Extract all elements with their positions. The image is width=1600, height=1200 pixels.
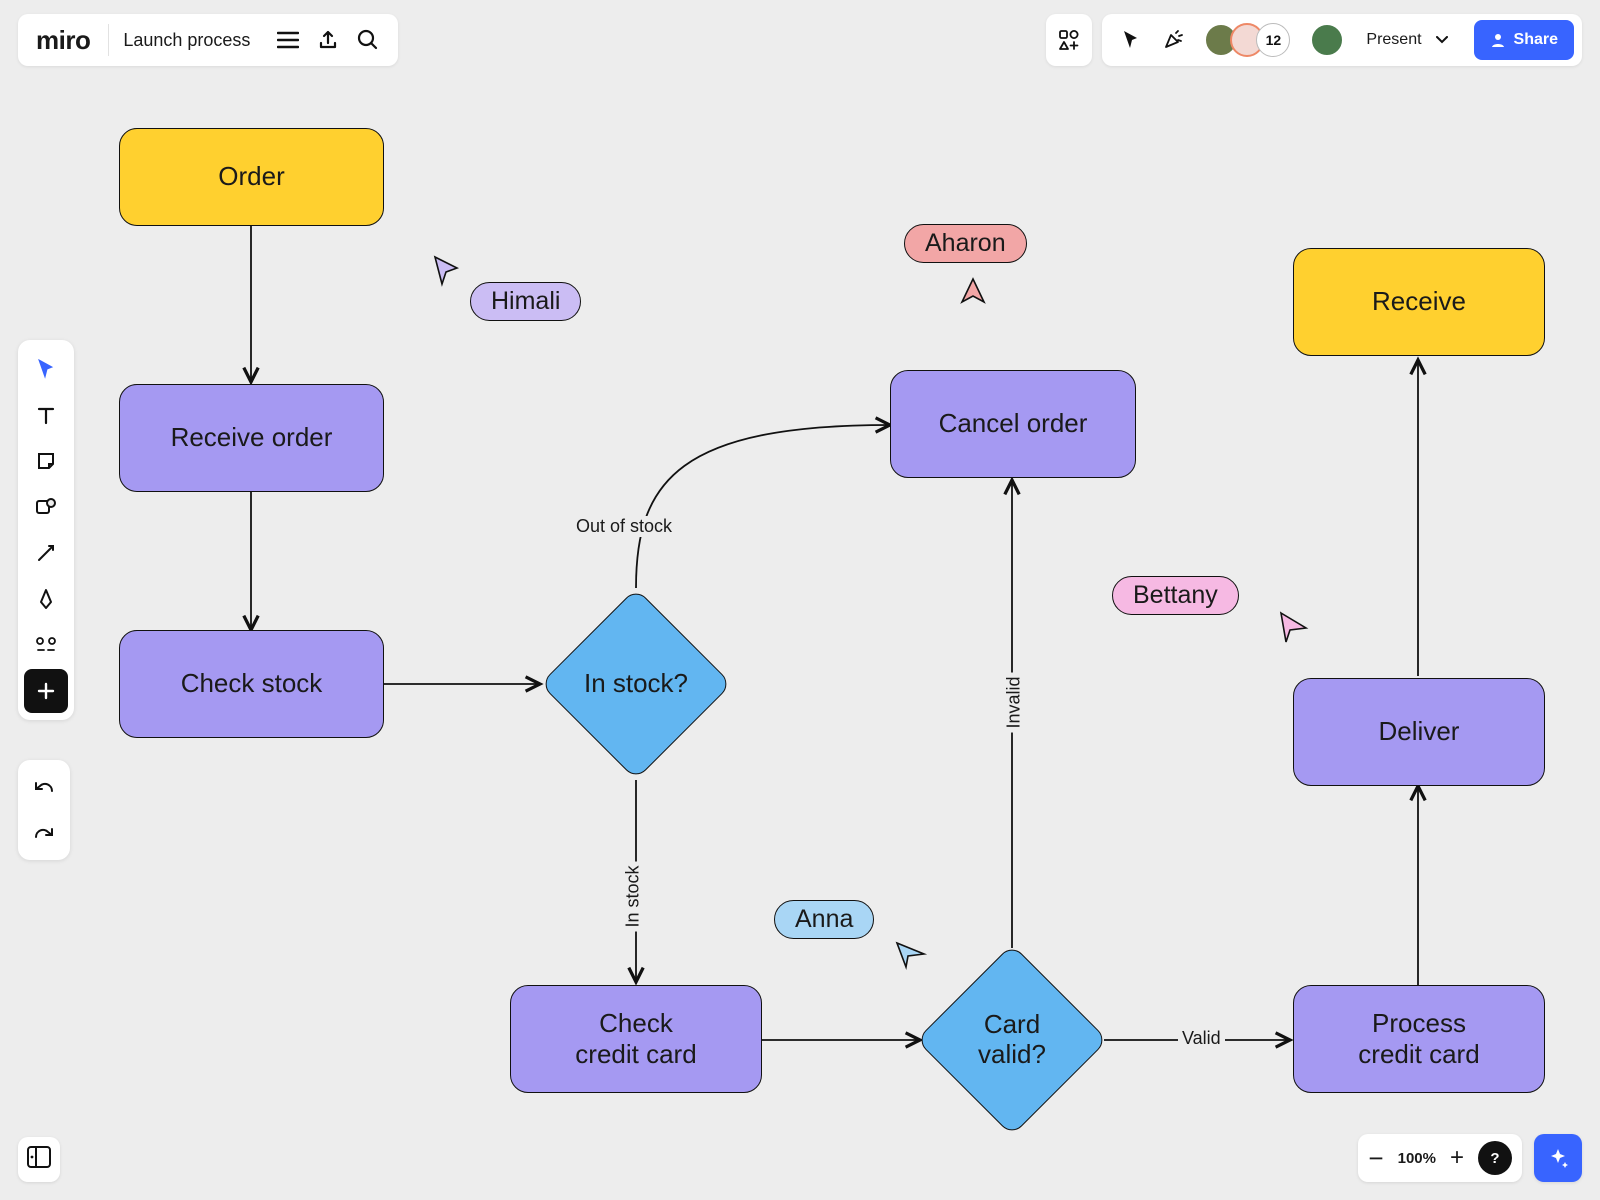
zoom-level[interactable]: 100% <box>1398 1150 1436 1167</box>
export-icon <box>317 29 339 51</box>
undo-button[interactable] <box>22 765 66 809</box>
cursor-icon <box>958 276 988 310</box>
cursor-icon <box>894 940 928 970</box>
select-tool[interactable] <box>24 347 68 391</box>
edge-label-out-of-stock: Out of stock <box>572 516 676 537</box>
pen-tool[interactable] <box>24 577 68 621</box>
more-tools-button[interactable] <box>24 669 68 713</box>
ai-assist-button[interactable] <box>1534 1134 1582 1182</box>
edge-label-in-stock: In stock <box>623 861 644 931</box>
node-label: In stock? <box>584 669 688 699</box>
node-label: Card valid? <box>978 1010 1046 1070</box>
zoom-controls: − 100% + ? <box>1358 1134 1522 1182</box>
search-icon <box>357 29 379 51</box>
share-button[interactable]: Share <box>1474 20 1574 60</box>
shapes-plus-icon <box>1058 29 1080 51</box>
edge-label-valid: Valid <box>1178 1028 1225 1049</box>
chevron-down-icon <box>1436 36 1448 44</box>
search-button[interactable] <box>348 20 388 60</box>
divider <box>108 24 109 56</box>
creation-toolbar <box>18 340 74 720</box>
hamburger-icon <box>277 31 299 49</box>
node-check-stock[interactable]: Check stock <box>119 630 384 738</box>
cursor-icon <box>432 254 462 288</box>
board-title[interactable]: Launch process <box>123 30 250 51</box>
node-in-stock-decision[interactable]: In stock? <box>568 616 704 752</box>
node-label: Order <box>218 161 284 192</box>
collaborator-avatars[interactable]: 12 <box>1204 23 1290 57</box>
pointer-mode-button[interactable] <box>1114 20 1148 60</box>
sticky-note-tool[interactable] <box>24 439 68 483</box>
node-check-credit-card[interactable]: Check credit card <box>510 985 762 1093</box>
avatar-overflow[interactable]: 12 <box>1256 23 1290 57</box>
collab-label-himali: Himali <box>470 282 581 321</box>
export-button[interactable] <box>308 20 348 60</box>
node-process-credit-card[interactable]: Process credit card <box>1293 985 1545 1093</box>
node-label: Process credit card <box>1358 1008 1479 1070</box>
connector-tool[interactable] <box>24 531 68 575</box>
main-menu-button[interactable] <box>268 20 308 60</box>
node-order[interactable]: Order <box>119 128 384 226</box>
panel-icon <box>26 1145 52 1169</box>
party-popper-icon <box>1162 29 1184 51</box>
frame-tool[interactable] <box>24 623 68 667</box>
bottom-right-controls: − 100% + ? <box>1358 1134 1582 1182</box>
zoom-out-button[interactable]: − <box>1368 1143 1383 1174</box>
current-user-avatar[interactable] <box>1310 23 1344 57</box>
node-receive[interactable]: Receive <box>1293 248 1545 356</box>
zoom-in-button[interactable]: + <box>1450 1144 1464 1172</box>
node-label: Check credit card <box>575 1008 696 1070</box>
cursor-icon <box>1278 610 1310 646</box>
cursor-icon <box>1121 29 1141 51</box>
node-card-valid-decision[interactable]: Card valid? <box>944 972 1080 1108</box>
text-tool[interactable] <box>24 393 68 437</box>
shape-tool[interactable] <box>24 485 68 529</box>
node-label: Deliver <box>1379 716 1460 747</box>
node-label: Receive <box>1372 286 1466 317</box>
help-button[interactable]: ? <box>1478 1141 1512 1175</box>
node-label: Receive order <box>171 422 333 453</box>
collab-chunk: 12 Present Share <box>1102 14 1582 66</box>
history-toolbar <box>18 760 70 860</box>
collab-label-aharon: Aharon <box>904 224 1027 263</box>
brand-logo[interactable]: miro <box>36 25 90 56</box>
frames-panel-button[interactable] <box>18 1137 60 1182</box>
node-label: Cancel order <box>939 408 1088 439</box>
person-icon <box>1490 32 1506 48</box>
top-bar-left: miro Launch process <box>18 14 398 66</box>
top-bar-right: 12 Present Share <box>1046 14 1582 66</box>
apps-button[interactable] <box>1046 14 1092 66</box>
collab-label-anna: Anna <box>774 900 874 939</box>
sparkle-icon <box>1546 1146 1570 1170</box>
node-cancel-order[interactable]: Cancel order <box>890 370 1136 478</box>
node-receive-order[interactable]: Receive order <box>119 384 384 492</box>
node-label: Check stock <box>181 668 323 699</box>
present-button[interactable]: Present <box>1352 14 1461 66</box>
node-deliver[interactable]: Deliver <box>1293 678 1545 786</box>
collab-label-bettany: Bettany <box>1112 576 1239 615</box>
edge-label-invalid: Invalid <box>1004 672 1025 732</box>
board-canvas[interactable]: Order Receive order Check stock In stock… <box>0 0 1600 1200</box>
redo-button[interactable] <box>22 811 66 855</box>
reactions-button[interactable] <box>1156 20 1190 60</box>
